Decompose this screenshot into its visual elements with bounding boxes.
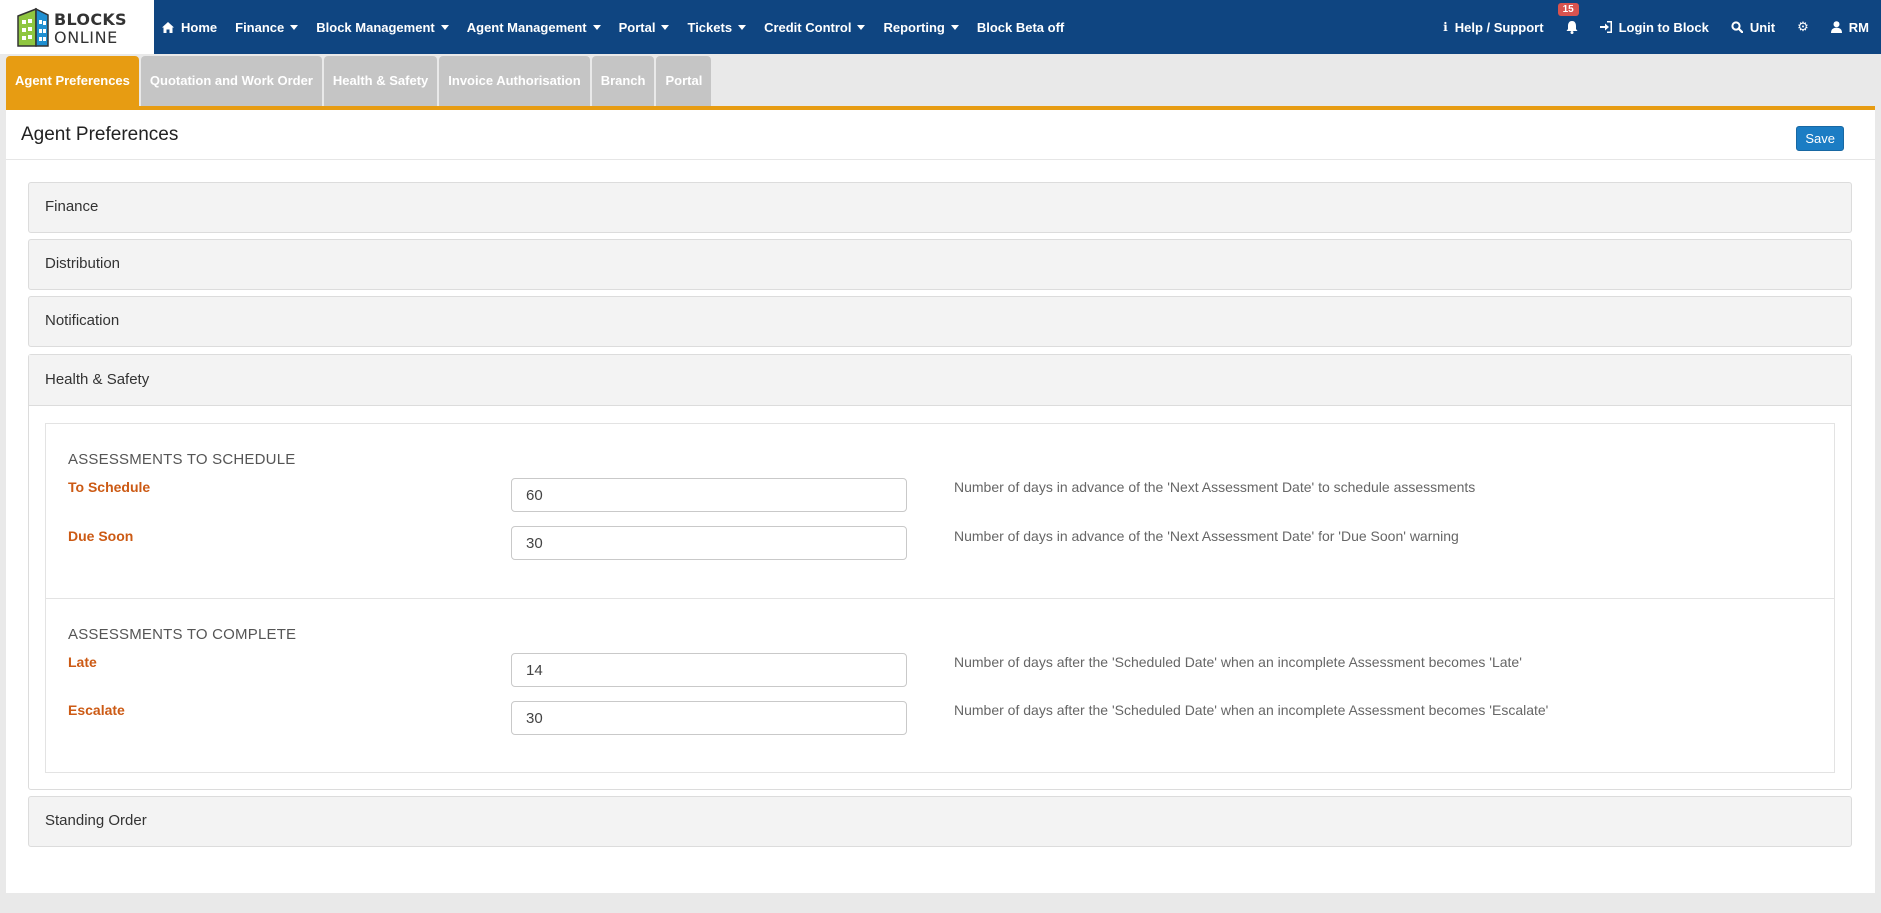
nav-unit-label: Unit xyxy=(1749,19,1776,35)
nav-home-label: Home xyxy=(181,19,218,35)
section-health-safety-title: Health & Safety xyxy=(45,371,150,388)
nav-login-to-block[interactable]: Login to Block xyxy=(1599,19,1709,35)
due-soon-label: Due Soon xyxy=(68,528,134,544)
nav-credit-control[interactable]: Credit Control xyxy=(764,19,866,35)
section-distribution[interactable]: Distribution xyxy=(28,239,1852,290)
caret-down-icon xyxy=(440,24,449,30)
section-health-safety-header[interactable]: Health & Safety xyxy=(29,355,1851,406)
nav-reporting-label: Reporting xyxy=(883,19,945,35)
complete-group-title: ASSESSMENTS TO COMPLETE xyxy=(68,626,297,643)
group-divider xyxy=(46,598,1834,599)
nav-finance-label: Finance xyxy=(235,19,285,35)
caret-down-icon xyxy=(738,24,747,30)
escalate-help: Number of days after the 'Scheduled Date… xyxy=(954,702,1549,718)
caret-down-icon xyxy=(950,24,959,30)
caret-down-icon xyxy=(592,24,601,30)
due-soon-help: Number of days in advance of the 'Next A… xyxy=(954,528,1459,544)
tab-portal[interactable]: Portal xyxy=(656,56,712,106)
nav-tickets-label: Tickets xyxy=(687,19,733,35)
building-logo-icon xyxy=(17,7,49,47)
escalate-label: Escalate xyxy=(68,702,125,718)
user-icon xyxy=(1830,21,1842,33)
section-distribution-title: Distribution xyxy=(45,255,121,272)
nav-notifications[interactable]: 15 xyxy=(1557,2,1579,34)
nav-finance[interactable]: Finance xyxy=(235,19,299,35)
late-input[interactable] xyxy=(511,653,907,687)
preferences-tabs: Agent Preferences Quotation and Work Ord… xyxy=(6,56,1875,106)
brand-line2: ONLINE xyxy=(54,28,118,47)
brand-logo[interactable]: BLOCKS ONLINE xyxy=(0,0,154,54)
nav-reporting[interactable]: Reporting xyxy=(883,19,959,35)
section-finance-title: Finance xyxy=(45,198,99,215)
nav-help-support[interactable]: ℹ Help / Support xyxy=(1443,20,1543,35)
page-title: Agent Preferences xyxy=(21,124,179,145)
nav-login-label: Login to Block xyxy=(1618,19,1709,35)
tab-quotation-work-order[interactable]: Quotation and Work Order xyxy=(140,56,322,106)
nav-user-menu[interactable]: RM xyxy=(1830,19,1869,35)
schedule-group-title: ASSESSMENTS TO SCHEDULE xyxy=(68,451,296,468)
gear-icon: ⚙ xyxy=(1797,19,1809,34)
brand-line1: BLOCKS xyxy=(54,10,127,29)
section-finance[interactable]: Finance xyxy=(28,182,1852,233)
nav-portal-label: Portal xyxy=(618,19,656,35)
section-standing-order-title: Standing Order xyxy=(45,812,147,829)
top-navbar: BLOCKS ONLINE Home Finance Block Managem… xyxy=(0,0,1881,54)
nav-help-label: Help / Support xyxy=(1454,19,1544,35)
section-standing-order[interactable]: Standing Order xyxy=(28,796,1852,847)
nav-agent-management[interactable]: Agent Management xyxy=(467,20,601,35)
nav-home[interactable]: Home xyxy=(162,20,217,35)
caret-down-icon xyxy=(290,24,299,30)
bell-icon xyxy=(1566,20,1578,34)
info-icon: ℹ xyxy=(1443,20,1448,34)
home-icon xyxy=(162,21,174,33)
tab-health-safety[interactable]: Health & Safety xyxy=(323,56,438,106)
section-health-safety: Health & Safety ASSESSMENTS TO SCHEDULE … xyxy=(28,354,1852,790)
panel-header: Agent Preferences Save xyxy=(6,110,1875,160)
caret-down-icon xyxy=(857,24,866,30)
sign-in-icon xyxy=(1599,21,1612,33)
tab-invoice-authorisation[interactable]: Invoice Authorisation xyxy=(439,56,590,106)
section-notification-title: Notification xyxy=(45,312,120,329)
to-schedule-input[interactable] xyxy=(511,478,907,512)
page-footer-space xyxy=(0,893,1881,913)
caret-down-icon xyxy=(661,24,670,30)
nav-settings[interactable]: ⚙ xyxy=(1797,19,1809,35)
late-help: Number of days after the 'Scheduled Date… xyxy=(954,654,1522,670)
late-label: Late xyxy=(68,654,97,670)
due-soon-input[interactable] xyxy=(511,526,907,560)
nav-credit-control-label: Credit Control xyxy=(764,19,852,35)
nav-block-beta-toggle[interactable]: Block Beta off xyxy=(977,20,1064,35)
section-notification[interactable]: Notification xyxy=(28,296,1852,347)
nav-agent-management-label: Agent Management xyxy=(466,19,587,35)
tab-agent-preferences[interactable]: Agent Preferences xyxy=(6,56,139,106)
nav-tickets[interactable]: Tickets xyxy=(687,19,747,35)
main-panel: Agent Preferences Save Finance Distribut… xyxy=(6,110,1875,893)
notification-count-badge: 15 xyxy=(1557,2,1579,16)
health-safety-settings: ASSESSMENTS TO SCHEDULE To Schedule Numb… xyxy=(45,423,1835,773)
to-schedule-help: Number of days in advance of the 'Next A… xyxy=(954,479,1476,495)
nav-block-beta-label: Block Beta off xyxy=(976,19,1065,35)
nav-portal[interactable]: Portal xyxy=(619,20,670,35)
nav-unit-search[interactable]: Unit xyxy=(1731,20,1775,35)
to-schedule-label: To Schedule xyxy=(68,479,151,495)
escalate-input[interactable] xyxy=(511,701,907,735)
nav-block-management[interactable]: Block Management xyxy=(316,19,449,35)
search-icon xyxy=(1731,21,1743,33)
nav-user-label: RM xyxy=(1848,19,1869,35)
nav-block-management-label: Block Management xyxy=(316,19,435,35)
tab-branch[interactable]: Branch xyxy=(591,56,655,106)
save-button[interactable]: Save xyxy=(1796,126,1844,151)
